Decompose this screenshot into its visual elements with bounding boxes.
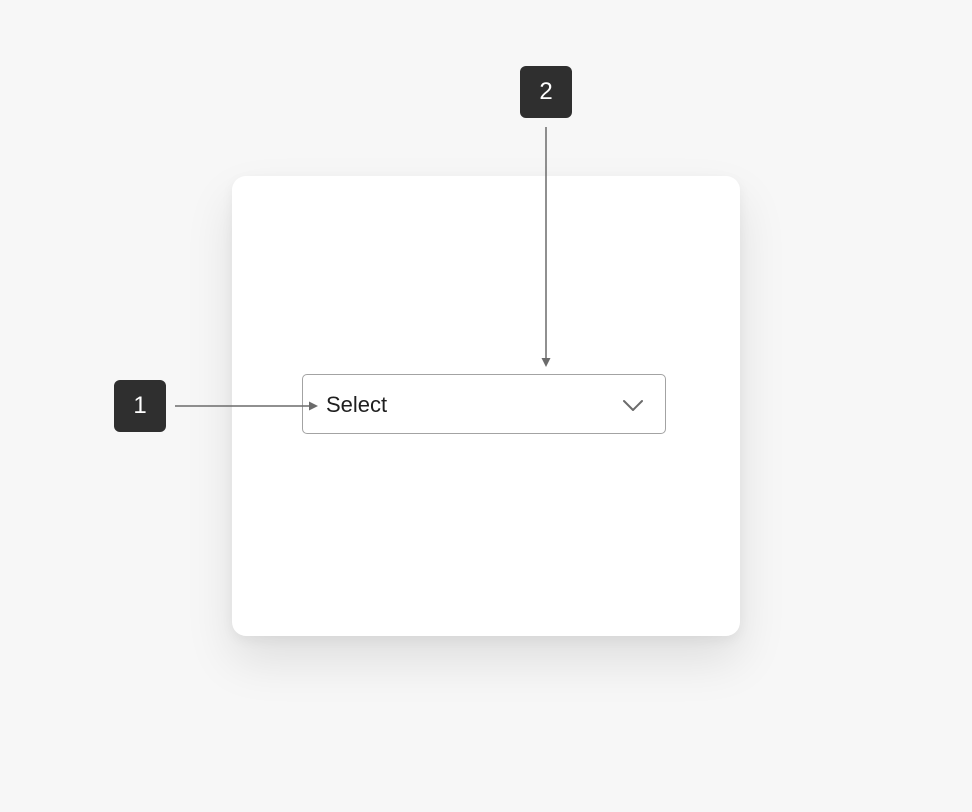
callout-badge-1: 1 [114, 380, 166, 432]
callout-badge-2: 2 [520, 66, 572, 118]
annotation-canvas: Select 1 2 [0, 0, 972, 812]
chevron-down-icon [623, 400, 643, 411]
select-label: Select [326, 392, 388, 417]
select-dropdown[interactable]: Select [302, 374, 666, 434]
